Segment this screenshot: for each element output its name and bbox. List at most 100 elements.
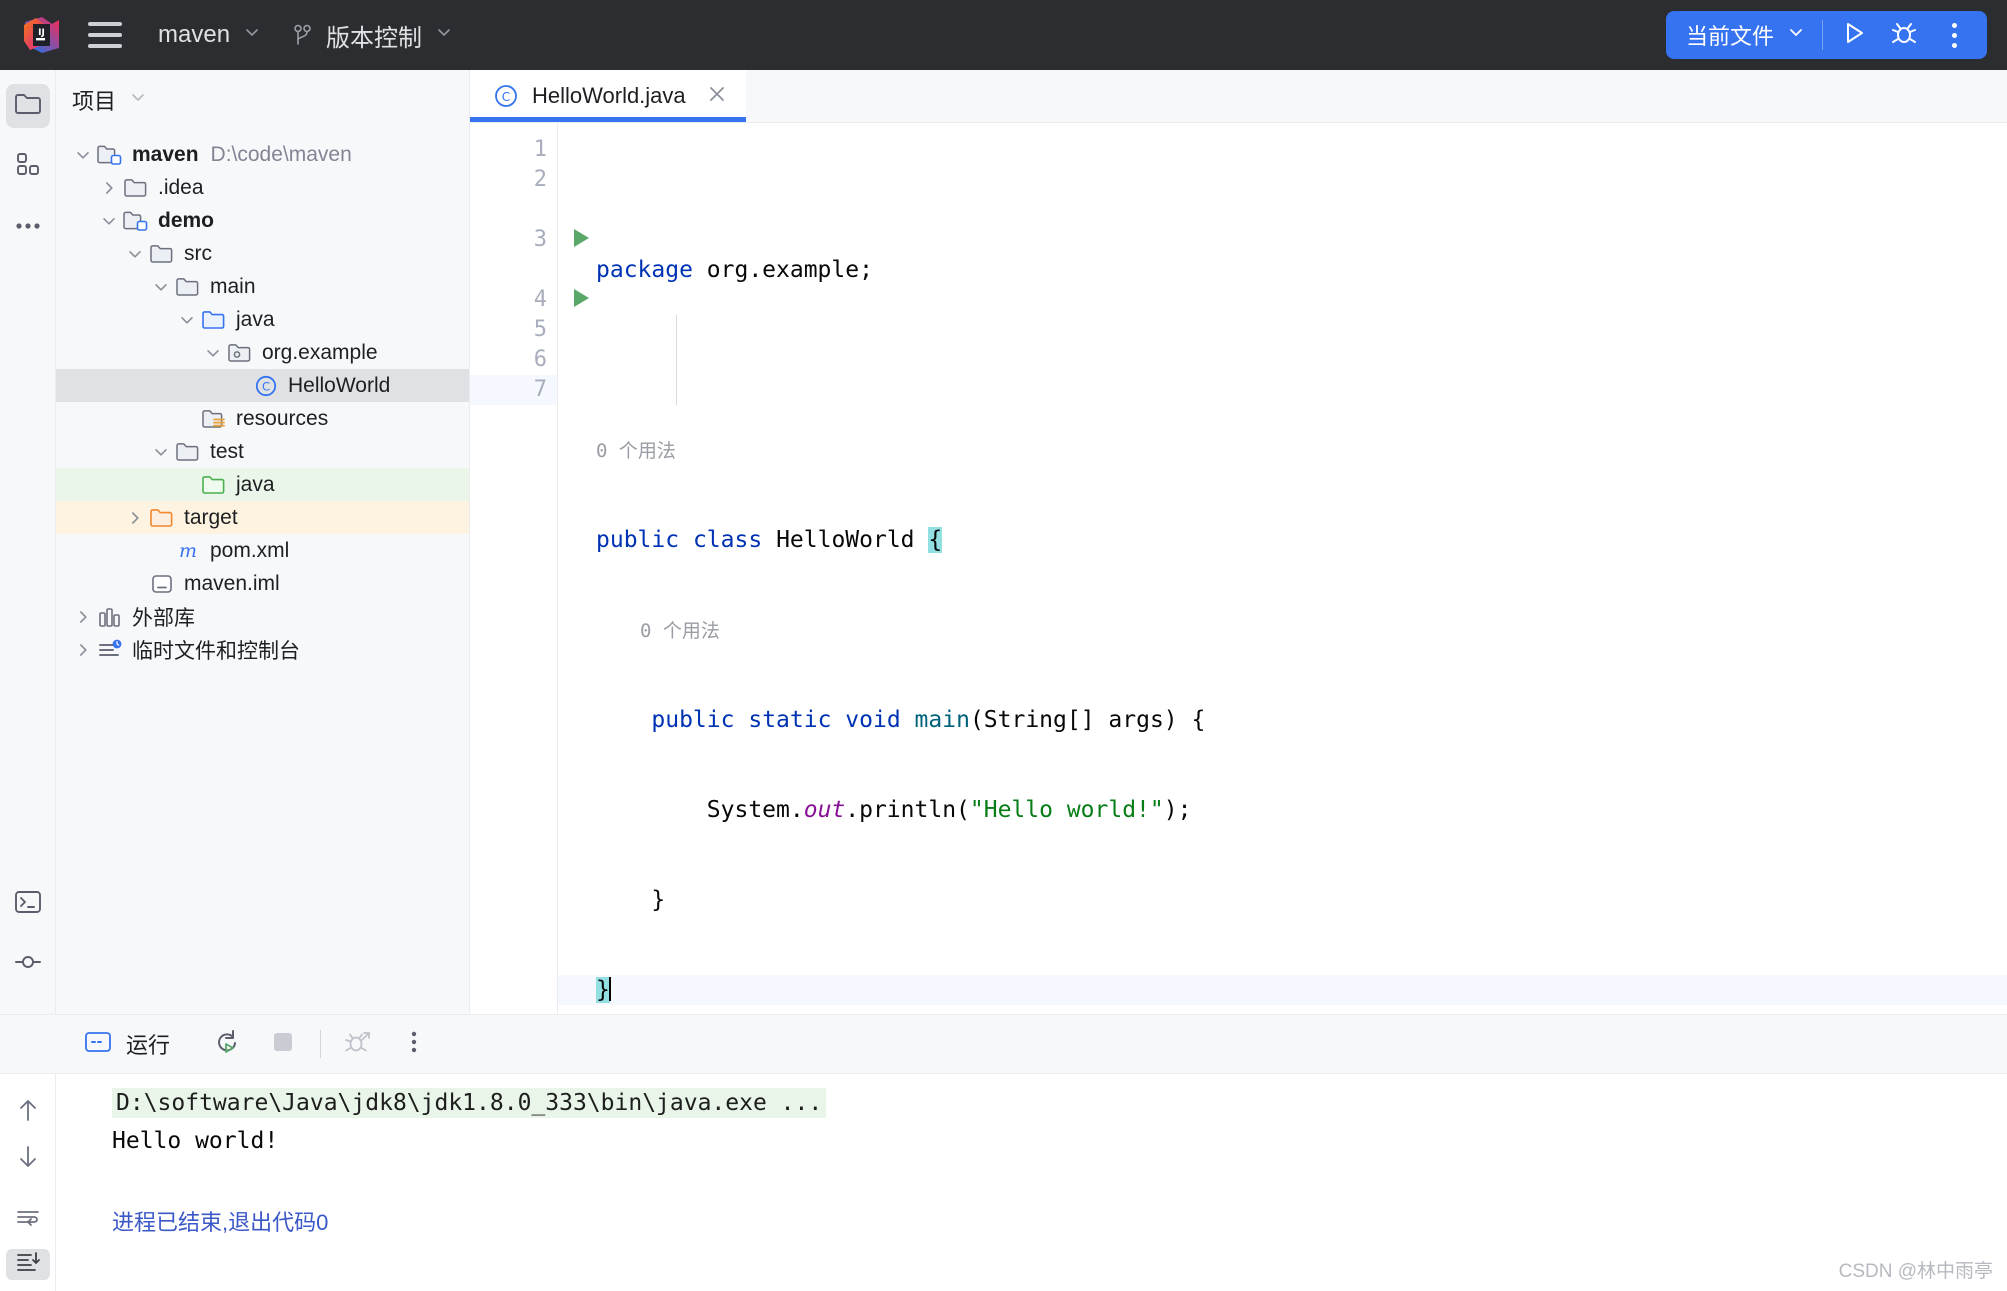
- stop-button[interactable]: [260, 1021, 306, 1067]
- tree-row[interactable]: .idea: [56, 171, 469, 204]
- debug-button[interactable]: [1879, 11, 1929, 59]
- sidebar-item-terminal[interactable]: [6, 882, 50, 926]
- intellij-idea-logo: IJ: [22, 15, 62, 55]
- run-configuration-selector[interactable]: 当前文件: [1686, 19, 1822, 51]
- folder-icon: [174, 275, 202, 299]
- inlay-hint-method-usages[interactable]: 0 个用法: [596, 615, 2007, 645]
- line-number: 3: [533, 227, 547, 252]
- tree-row[interactable]: org.example: [56, 336, 469, 369]
- sidebar-item-commit[interactable]: [6, 942, 50, 986]
- project-panel-header[interactable]: 项目: [56, 70, 469, 130]
- excluded-folder-icon: [148, 506, 176, 530]
- code-line-5: System.out.println("Hello world!");: [706, 797, 1192, 823]
- tree-item-label: HelloWorld: [288, 373, 391, 397]
- code-line-3: public class HelloWorld {: [596, 527, 943, 553]
- tree-row[interactable]: demo: [56, 204, 469, 237]
- more-horizontal-icon: [15, 217, 41, 235]
- tree-row[interactable]: main: [56, 270, 469, 303]
- tree-item-label: org.example: [262, 340, 378, 364]
- tree-row[interactable]: src: [56, 237, 469, 270]
- project-name-button[interactable]: maven: [158, 21, 262, 49]
- tree-row[interactable]: java: [56, 468, 469, 501]
- vcs-label: 版本控制: [326, 24, 423, 52]
- tree-item-label: 外部库: [132, 606, 195, 630]
- commit-icon: [14, 949, 42, 980]
- next-occurrence-button[interactable]: [6, 1143, 50, 1176]
- debug-bug-icon: [1890, 19, 1918, 52]
- chevron-down-icon[interactable]: [174, 311, 200, 329]
- source-root-folder-icon: [200, 308, 228, 332]
- code-line-4: public static void main(String[] args) {: [651, 707, 1206, 733]
- console-output[interactable]: D:\software\Java\jdk8\jdk1.8.0_333\bin\j…: [56, 1074, 2007, 1291]
- gutter-line-number[interactable]: 4: [470, 285, 589, 315]
- tree-item-label: java: [236, 472, 275, 496]
- chevron-right-icon[interactable]: [70, 608, 96, 626]
- more-vertical-icon: [410, 1029, 418, 1060]
- tree-item-label: maven.iml: [184, 571, 280, 595]
- scroll-to-end-button[interactable]: [5, 1249, 50, 1280]
- tree-row[interactable]: 外部库: [56, 600, 469, 633]
- gutter-line-number[interactable]: 1: [470, 135, 557, 165]
- project-tool-window: 项目 maven D:\code\maven .idea demo src main jav…: [56, 70, 470, 1014]
- gutter-line-number[interactable]: 6: [470, 345, 557, 375]
- tree-item-label: .idea: [158, 175, 204, 199]
- tree-item-label: main: [210, 274, 256, 298]
- project-panel-title: 项目: [72, 89, 117, 114]
- gutter-line-number[interactable]: 3: [470, 225, 589, 255]
- editor-gutter[interactable]: 1 2 3 4 5 6 7: [470, 123, 589, 1014]
- chevron-right-icon[interactable]: [70, 641, 96, 659]
- chevron-down-icon[interactable]: [96, 212, 122, 230]
- package-icon: [226, 341, 254, 365]
- chevron-down-icon[interactable]: [200, 344, 226, 362]
- matched-brace: }: [596, 977, 610, 1003]
- tree-row[interactable]: 临时文件和控制台: [56, 633, 469, 666]
- editor-tab-helloworld[interactable]: C HelloWorld.java: [470, 70, 746, 122]
- run-more-actions-button[interactable]: [391, 1021, 437, 1067]
- tree-row[interactable]: maven D:\code\maven: [56, 138, 469, 171]
- maven-pom-icon: m: [174, 538, 202, 564]
- left-strip-bottom: [0, 882, 56, 1002]
- sidebar-item-structure[interactable]: [6, 144, 50, 188]
- structure-blocks-icon: [15, 151, 41, 182]
- soft-wrap-button[interactable]: [6, 1206, 50, 1235]
- matched-brace: {: [928, 527, 943, 553]
- gutter-line-number[interactable]: 2: [470, 165, 557, 195]
- tree-row[interactable]: java: [56, 303, 469, 336]
- hamburger-menu-icon[interactable]: [88, 22, 122, 48]
- tree-row[interactable]: resources: [56, 402, 469, 435]
- gutter-line-number[interactable]: 7: [470, 375, 557, 405]
- chevron-right-icon[interactable]: [122, 509, 148, 527]
- package-name: org.example;: [692, 257, 873, 283]
- tree-row[interactable]: C HelloWorld: [56, 369, 469, 402]
- tree-row[interactable]: target: [56, 501, 469, 534]
- rerun-button[interactable]: [204, 1021, 250, 1067]
- chevron-right-icon[interactable]: [96, 179, 122, 197]
- run-button[interactable]: [1829, 11, 1879, 59]
- chevron-down-icon[interactable]: [148, 278, 174, 296]
- more-actions-button[interactable]: [1929, 11, 1979, 59]
- main-body: 项目 maven D:\code\maven .idea demo src main jav…: [0, 70, 2007, 1014]
- tree-row[interactable]: m pom.xml: [56, 534, 469, 567]
- inlay-hint-class-usages[interactable]: 0 个用法: [596, 435, 2007, 465]
- console-side-toolbar: [0, 1074, 56, 1291]
- code-text-area[interactable]: package org.example; 0 个用法 public class …: [558, 123, 2007, 1014]
- attach-debugger-button[interactable]: [335, 1021, 381, 1067]
- folder-icon: [148, 242, 176, 266]
- arrow-up-icon: [16, 1096, 40, 1129]
- close-icon[interactable]: [706, 83, 728, 110]
- gutter-line-number[interactable]: 5: [470, 315, 557, 345]
- vcs-widget[interactable]: 版本控制: [292, 18, 454, 53]
- sidebar-item-project[interactable]: [5, 84, 50, 128]
- chevron-down-icon[interactable]: [122, 245, 148, 263]
- static-field-out: out: [803, 797, 846, 823]
- sidebar-more-button[interactable]: [6, 204, 50, 248]
- tree-row[interactable]: test: [56, 435, 469, 468]
- scratches-consoles-icon: [96, 637, 124, 663]
- chevron-down-icon[interactable]: [148, 443, 174, 461]
- chevron-down-icon[interactable]: [70, 146, 96, 164]
- previous-occurrence-button[interactable]: [6, 1096, 50, 1129]
- svg-text:C: C: [502, 90, 510, 104]
- tree-item-label: src: [184, 241, 212, 265]
- tree-row[interactable]: maven.iml: [56, 567, 469, 600]
- iml-file-icon: [148, 571, 176, 597]
